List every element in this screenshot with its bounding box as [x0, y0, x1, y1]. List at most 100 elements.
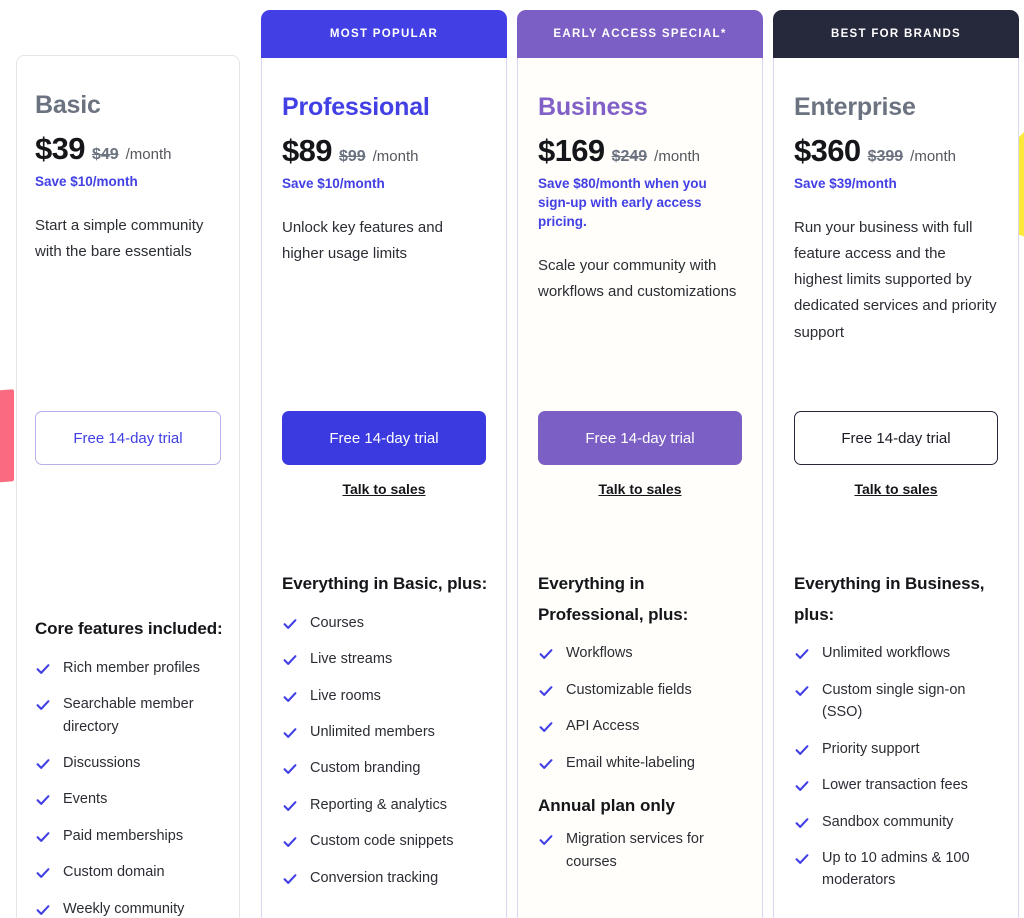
plan-save-note: Save $10/month	[282, 175, 385, 191]
feature-label: Email white-labeling	[566, 754, 695, 771]
free-trial-button[interactable]: Free 14-day trial	[538, 411, 742, 465]
features-title: Everything in Professional, plus:	[538, 574, 689, 624]
plan-cta-zone: Free 14-day trial Talk to sales	[538, 411, 742, 497]
plan-price-row: $360 $399/month	[794, 133, 998, 169]
plan-price-current: $39	[35, 130, 86, 166]
free-trial-button[interactable]: Free 14-day trial	[794, 411, 998, 465]
check-icon	[538, 756, 554, 772]
check-icon	[282, 834, 298, 850]
features-list: Rich member profiles Searchable member di…	[35, 657, 225, 918]
feature-label: Live rooms	[310, 687, 381, 704]
feature-item: Email white-labeling	[538, 752, 748, 774]
plan-card-body: Enterprise $360 $399/month Save $39/month Ru…	[774, 93, 1018, 346]
check-icon	[538, 683, 554, 699]
check-icon	[282, 871, 298, 887]
plan-card-business: EARLY ACCESS SPECIAL* Business $169 $249/mo…	[517, 10, 763, 918]
plan-save-note: Save $39/month	[794, 175, 897, 191]
plan-price-original: $249	[611, 147, 648, 165]
feature-item: Live rooms	[282, 685, 492, 707]
feature-item: Conversion tracking	[282, 867, 492, 889]
features-list: Courses Live streams Live rooms Unlimited m…	[282, 612, 492, 890]
feature-label: Priority support	[822, 740, 920, 757]
plan-card-body: Professional $89 $99/month Save $10/month Un…	[262, 93, 506, 267]
feature-item: Custom branding	[282, 757, 492, 779]
feature-label: Rich member profiles	[63, 659, 200, 676]
plan-cta-zone: Free 14-day trial	[35, 411, 221, 465]
feature-label: Custom single sign-on (SSO)	[822, 681, 966, 721]
check-icon	[794, 683, 810, 699]
check-icon	[282, 725, 298, 741]
plan-price-period: /month	[654, 147, 701, 165]
feature-label: Unlimited members	[310, 724, 435, 740]
check-icon	[282, 761, 298, 777]
plan-description: Start a simple community with the bare e…	[35, 216, 204, 260]
plan-price-period: /month	[372, 147, 419, 165]
plan-cta-zone: Free 14-day trial Talk to sales	[282, 411, 486, 497]
check-icon	[538, 646, 554, 662]
check-icon	[794, 778, 810, 794]
plan-price-period: /month	[125, 145, 172, 163]
feature-item: Paid memberships	[35, 825, 225, 847]
check-icon	[35, 829, 51, 845]
plan-name: Professional	[282, 93, 430, 121]
feature-label: Custom branding	[310, 760, 421, 777]
talk-to-sales-link[interactable]: Talk to sales	[538, 481, 742, 497]
feature-label: Migration services for courses	[566, 831, 704, 870]
features-title: Everything in Basic, plus:	[282, 574, 488, 593]
feature-label: Paid memberships	[63, 827, 184, 844]
check-icon	[35, 697, 51, 713]
plan-save-note: Save $10/month	[35, 173, 138, 189]
check-icon	[35, 661, 51, 677]
plan-price-row: $89 $99/month	[282, 133, 486, 169]
check-icon	[35, 902, 51, 918]
plan-price-current: $89	[282, 132, 333, 168]
check-icon	[794, 742, 810, 758]
check-icon	[35, 792, 51, 808]
free-trial-button[interactable]: Free 14-day trial	[282, 411, 486, 465]
plan-column-business: EARLY ACCESS SPECIAL* Business $169 $249/mo…	[512, 0, 768, 918]
plan-card-professional: MOST POPULAR Professional $89 $99/month Save…	[261, 10, 507, 918]
feature-item: Unlimited workflows	[794, 642, 1004, 664]
check-icon	[282, 616, 298, 632]
plan-features: Everything in Professional, plus: Workflo…	[538, 569, 748, 887]
feature-item: Custom domain	[35, 861, 225, 883]
feature-item: Discussions	[35, 752, 225, 774]
talk-to-sales-link[interactable]: Talk to sales	[794, 481, 998, 497]
features-list: Unlimited workflows Custom single sign-on…	[794, 642, 1004, 892]
feature-item: Lower transaction fees	[794, 774, 1004, 796]
plan-price-row: $169 $249/month	[538, 133, 742, 169]
plan-features: Everything in Business, plus: Unlimited w…	[794, 569, 1004, 906]
plan-description: Scale your community with workflows and …	[538, 256, 737, 301]
feature-label: Customizable fields	[566, 681, 692, 698]
feature-label: Searchable member directory	[63, 696, 194, 735]
feature-item: Reporting & analytics	[282, 794, 492, 816]
plan-name: Business	[538, 93, 648, 121]
plan-description: Run your business with full feature acce…	[794, 218, 997, 341]
feature-item: Custom single sign-on (SSO)	[794, 679, 1004, 724]
feature-label: Conversion tracking	[310, 869, 439, 886]
feature-item: Migration services for courses	[538, 828, 748, 873]
features-list: Workflows Customizable fields API Access Em…	[538, 642, 748, 774]
free-trial-button[interactable]: Free 14-day trial	[35, 411, 221, 465]
plan-price-row: $39 $49/month	[35, 131, 221, 167]
plan-banner-professional: MOST POPULAR	[261, 10, 507, 58]
plan-price-period: /month	[910, 147, 957, 165]
plan-banner-label: BEST FOR BRANDS	[830, 28, 962, 40]
features-subsection-list: Migration services for courses	[538, 828, 748, 873]
feature-item: Up to 10 admins & 100 moderators	[794, 847, 1004, 892]
features-subsection-title: Annual plan only	[538, 796, 675, 816]
feature-item: Searchable member directory	[35, 693, 225, 738]
feature-label: Workflows	[566, 645, 633, 662]
plan-name: Enterprise	[794, 93, 916, 121]
plan-name: Basic	[35, 91, 101, 119]
talk-to-sales-link[interactable]: Talk to sales	[282, 481, 486, 497]
feature-item: Workflows	[538, 642, 748, 664]
feature-label: API Access	[566, 718, 640, 735]
check-icon	[794, 851, 810, 867]
plan-card-body: Business $169 $249/month Save $80/month whe…	[518, 93, 762, 305]
feature-label: Weekly community digest	[63, 900, 185, 917]
feature-item: Weekly community digest	[35, 898, 225, 918]
check-icon	[538, 832, 554, 848]
plan-price-original: $49	[91, 145, 119, 163]
plan-price-current: $169	[538, 132, 605, 168]
